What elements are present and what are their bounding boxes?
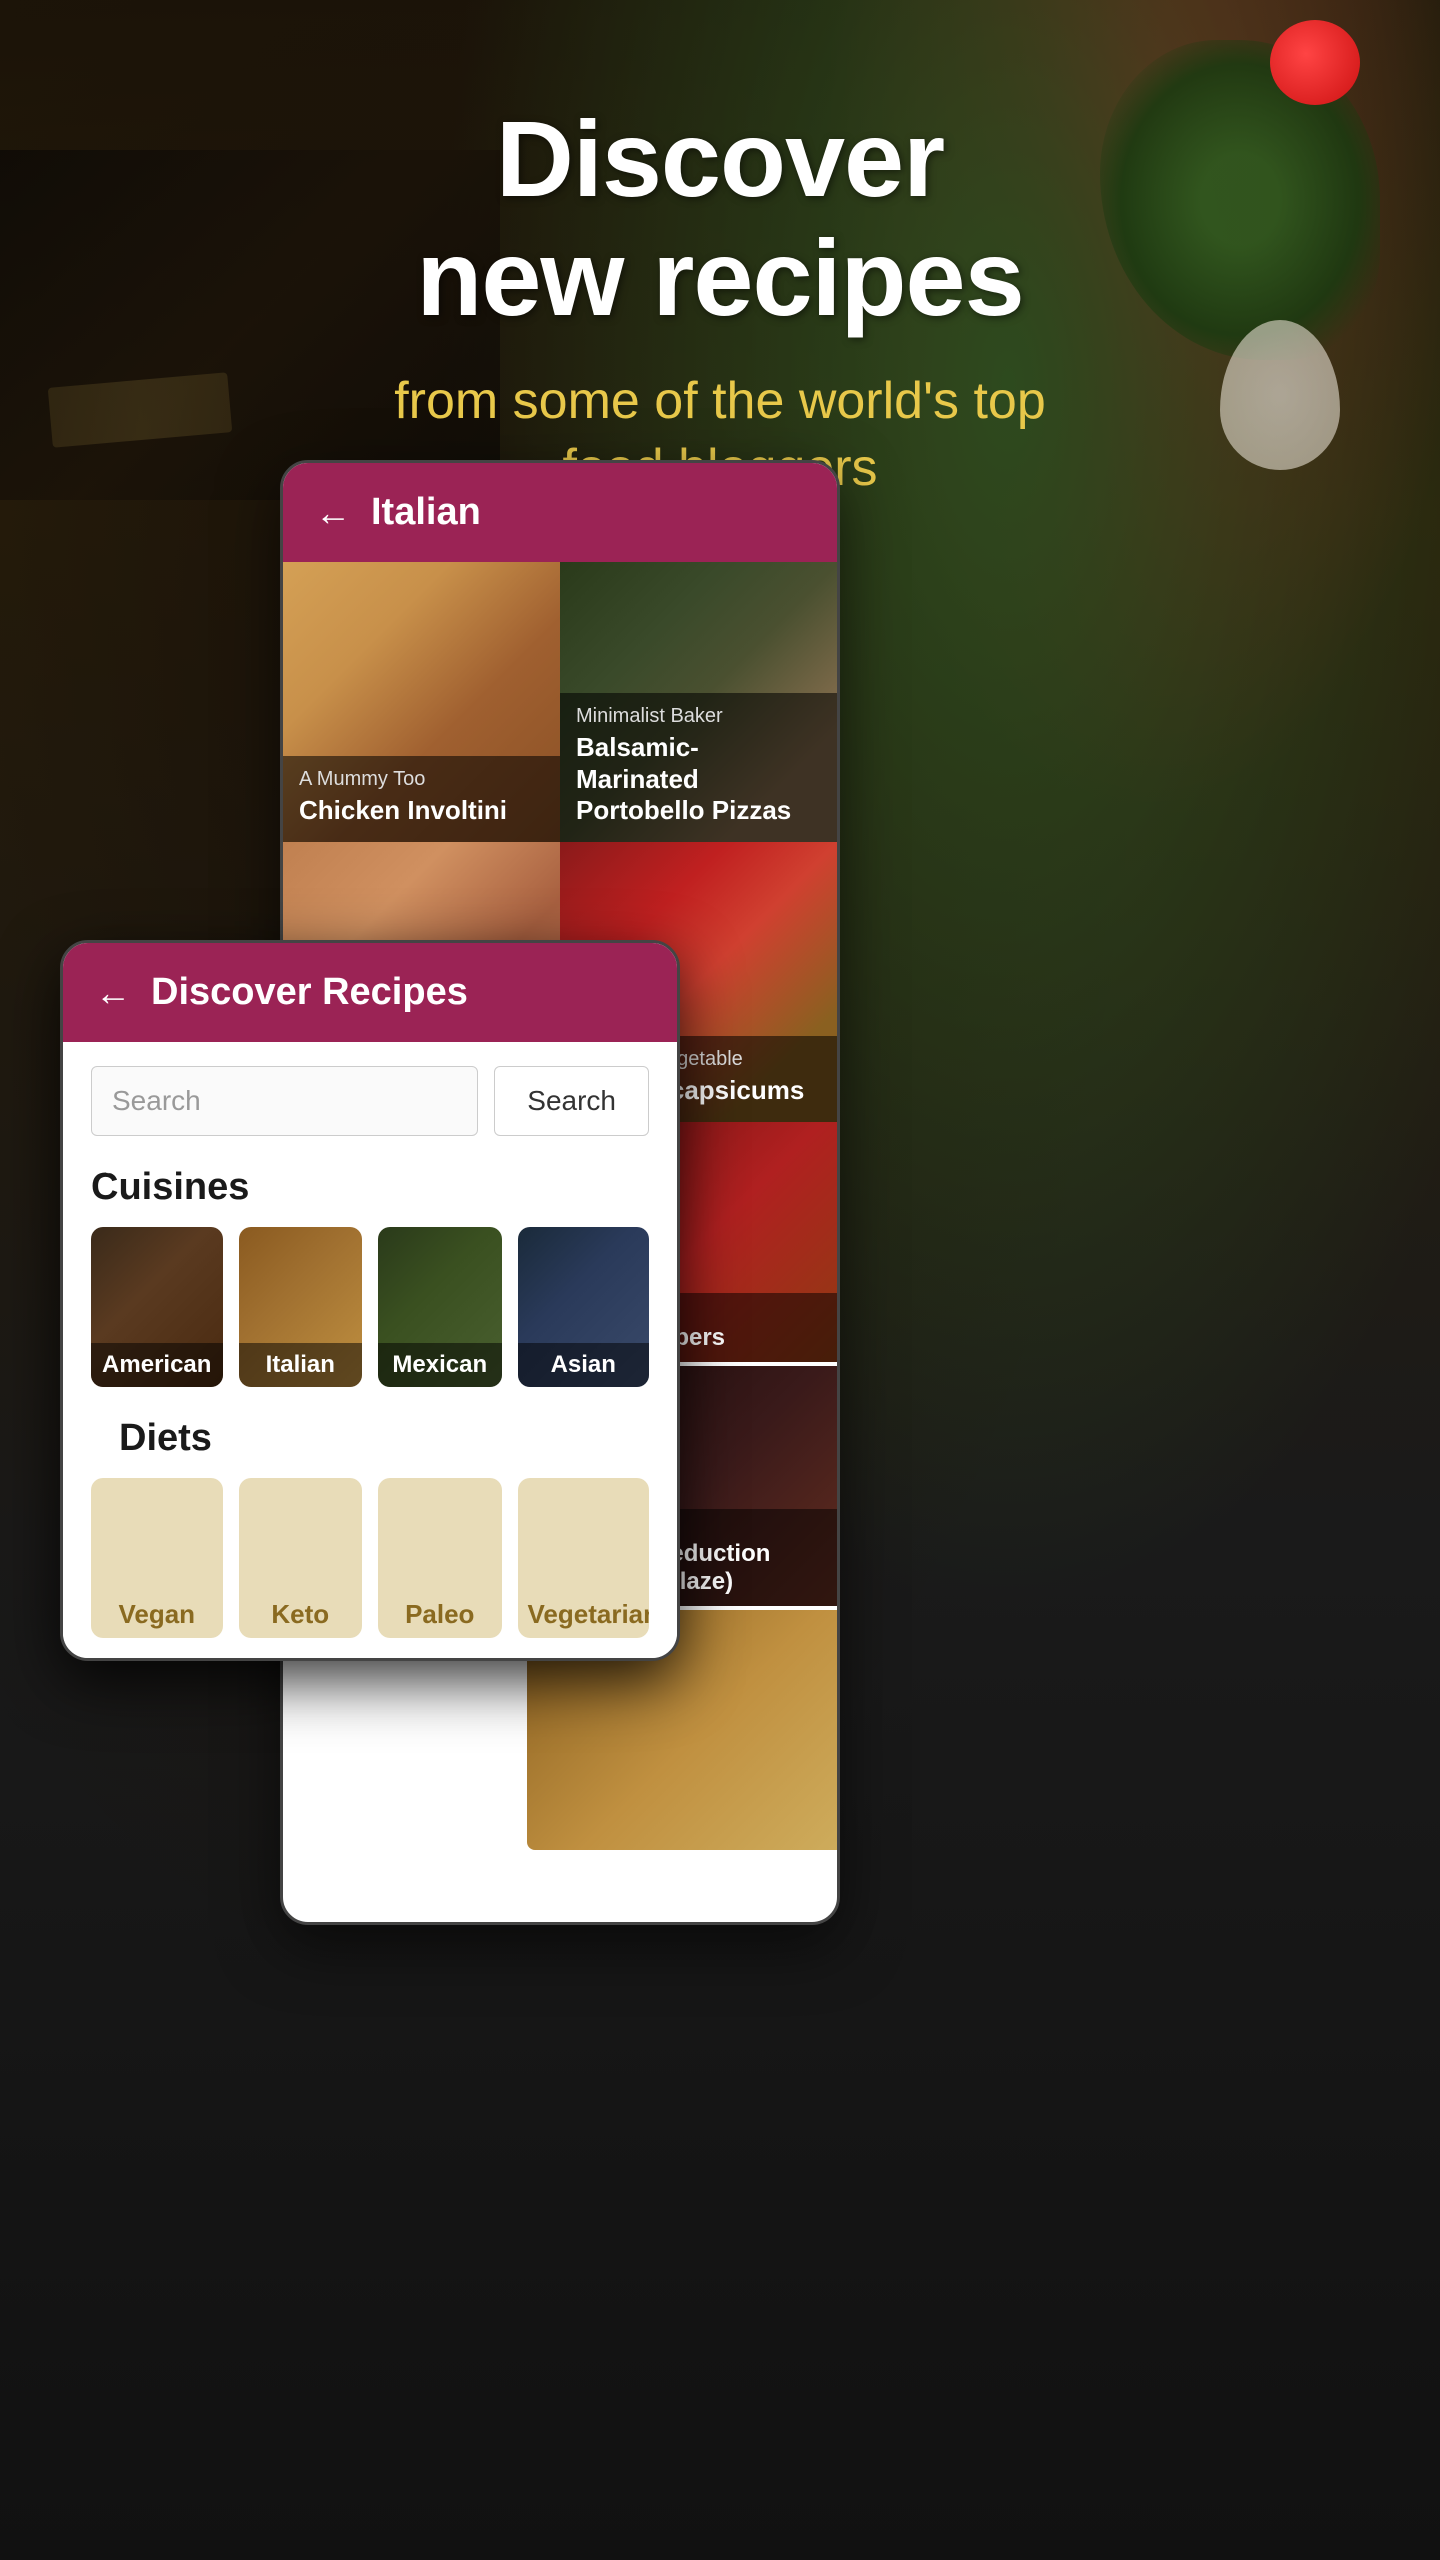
recipe-card-portobello[interactable]: Minimalist Baker Balsamic-Marinated Port…: [560, 562, 837, 842]
diets-grid: Vegan Keto Paleo Vegetarian: [91, 1478, 649, 1638]
hero-title-line1: Discover: [496, 98, 944, 219]
portobello-source: Minimalist Baker: [576, 705, 821, 728]
cuisine-mexican[interactable]: Mexican: [378, 1227, 502, 1387]
italian-screen-title: Italian: [371, 491, 481, 534]
portobello-name: Balsamic-Marinated Portobello Pizzas: [576, 732, 821, 826]
hero-title-line2: new recipes: [416, 217, 1023, 338]
diet-keto[interactable]: Keto: [239, 1478, 363, 1638]
diets-title: Diets: [91, 1407, 649, 1478]
hero-subtitle-line1: from some of the world's top: [394, 372, 1046, 430]
asian-label: Asian: [518, 1343, 650, 1387]
search-button[interactable]: Search: [494, 1066, 649, 1136]
cuisine-grid: American Italian Mexican Asian: [63, 1227, 677, 1407]
vegetarian-label: Vegetarian: [518, 1591, 650, 1638]
cuisines-title: Cuisines: [63, 1156, 677, 1227]
discover-phone: ← Discover Recipes Search Search Cuisine…: [60, 940, 680, 1661]
diet-vegan[interactable]: Vegan: [91, 1478, 223, 1638]
cuisines-section: Cuisines American Italian Mexican Asian: [63, 1156, 677, 1407]
partial-text-overlay: man: [70, 1140, 144, 1182]
italian-phone-header: ← Italian: [283, 463, 837, 562]
discover-back-button[interactable]: ←: [95, 972, 131, 1014]
ingredient-tomato: [1270, 20, 1360, 105]
diet-paleo[interactable]: Paleo: [378, 1478, 502, 1638]
search-bar-row: Search Search: [63, 1042, 677, 1156]
search-input[interactable]: Search: [91, 1066, 478, 1136]
italian-label: Italian: [239, 1343, 363, 1387]
hero-title: Discover new recipes: [0, 100, 1440, 338]
phones-container: ← Italian A Mummy Too Chicken Involtini …: [60, 460, 1380, 2560]
recipe-card-chicken[interactable]: A Mummy Too Chicken Involtini: [283, 562, 560, 842]
mexican-label: Mexican: [378, 1343, 502, 1387]
chicken-name: Chicken Involtini: [299, 795, 544, 826]
american-label: American: [91, 1343, 223, 1387]
hero-text-area: Discover new recipes from some of the wo…: [0, 100, 1440, 503]
chicken-source: A Mummy Too: [299, 768, 544, 791]
portobello-label-bar: Minimalist Baker Balsamic-Marinated Port…: [560, 693, 837, 842]
cuisine-american[interactable]: American: [91, 1227, 223, 1387]
cuisine-italian[interactable]: Italian: [239, 1227, 363, 1387]
diet-vegetarian[interactable]: Vegetarian: [518, 1478, 650, 1638]
italian-back-button[interactable]: ←: [315, 492, 351, 534]
chicken-label-bar: A Mummy Too Chicken Involtini: [283, 756, 560, 842]
cuisine-asian[interactable]: Asian: [518, 1227, 650, 1387]
diets-section: Diets Vegan Keto Paleo Vegetarian: [63, 1407, 677, 1658]
keto-label: Keto: [239, 1591, 363, 1638]
vegan-label: Vegan: [91, 1591, 223, 1638]
discover-phone-header: ← Discover Recipes: [63, 943, 677, 1042]
discover-screen-title: Discover Recipes: [151, 971, 468, 1014]
paleo-label: Paleo: [378, 1591, 502, 1638]
